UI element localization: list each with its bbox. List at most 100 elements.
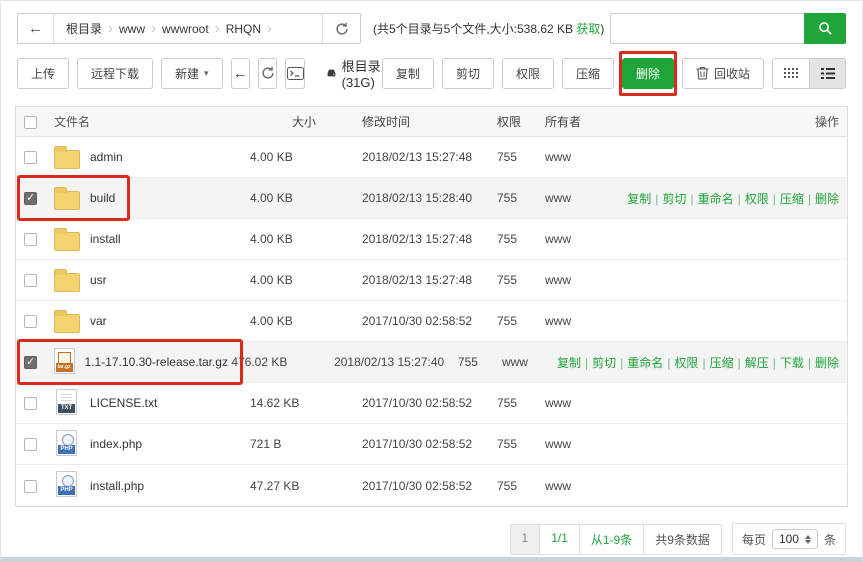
search-input[interactable] [610, 13, 804, 44]
back-arrow-icon[interactable]: ← [18, 14, 54, 43]
row-op-link[interactable]: 复制 [557, 356, 581, 370]
file-size: 4.00 KB [250, 314, 362, 328]
file-size: 4.00 KB [250, 150, 362, 164]
toolbar: 上传 远程下载 新建▾ ← 根目录(31G) 复制 [1, 44, 862, 90]
file-row[interactable]: build 4.00 KB 2018/02/13 15:28:40 755 ww… [16, 178, 847, 219]
file-row[interactable]: admin 4.00 KB 2018/02/13 15:27:48 755 ww… [16, 137, 847, 178]
breadcrumb-root[interactable]: 根目录 [62, 20, 106, 37]
file-owner: www [502, 355, 557, 369]
row-checkbox[interactable] [24, 438, 37, 451]
folder-icon [54, 232, 80, 251]
op-separator: | [804, 356, 815, 370]
file-size: 4.00 KB [250, 191, 362, 205]
upload-button[interactable]: 上传 [17, 58, 69, 89]
row-op-link[interactable]: 重命名 [698, 192, 734, 206]
file-name[interactable]: build [90, 191, 115, 205]
row-op-link[interactable]: 剪切 [592, 356, 616, 370]
header-size[interactable]: 大小 [250, 113, 362, 130]
row-operations: 复制|剪切|重命名|权限|压缩|删除 [605, 190, 839, 207]
row-op-link[interactable]: 权限 [674, 356, 698, 370]
file-owner: www [545, 314, 605, 328]
file-row[interactable]: usr 4.00 KB 2018/02/13 15:27:48 755 www [16, 260, 847, 301]
row-checkbox[interactable] [24, 192, 37, 205]
row-checkbox[interactable] [24, 151, 37, 164]
op-separator: | [804, 192, 815, 206]
grid-view-button[interactable] [772, 58, 809, 89]
row-op-link[interactable]: 解压 [745, 356, 769, 370]
breadcrumb-www[interactable]: www [115, 22, 149, 36]
row-op-link[interactable]: 重命名 [627, 356, 663, 370]
row-op-link[interactable]: 下载 [780, 356, 804, 370]
page-of-indicator: 1/1 [540, 524, 580, 555]
txt-icon: TXT [56, 389, 77, 415]
refresh-path-button[interactable] [322, 14, 360, 43]
page-number-button[interactable]: 1 [510, 524, 541, 555]
new-label: 新建 [175, 65, 199, 82]
row-op-link[interactable]: 权限 [745, 192, 769, 206]
row-op-link[interactable]: 压缩 [780, 192, 804, 206]
file-name[interactable]: LICENSE.txt [90, 396, 157, 410]
cut-button[interactable]: 剪切 [442, 58, 494, 89]
row-checkbox[interactable] [24, 315, 37, 328]
trash-icon [696, 66, 709, 80]
recycle-bin-label: 回收站 [714, 65, 750, 82]
header-mtime[interactable]: 修改时间 [362, 113, 497, 130]
file-name[interactable]: var [90, 314, 107, 328]
file-name[interactable]: usr [90, 273, 107, 287]
file-name[interactable]: index.php [90, 437, 142, 451]
delete-button[interactable]: 删除 [622, 58, 674, 89]
file-name[interactable]: 1.1-17.10.30-release.tar.gz [85, 355, 228, 369]
file-name[interactable]: install [90, 232, 121, 246]
file-row[interactable]: tar.gz 1.1-17.10.30-release.tar.gz 476.0… [16, 342, 847, 383]
breadcrumb-wwwroot[interactable]: wwwroot [158, 22, 213, 36]
row-checkbox[interactable] [24, 274, 37, 287]
fetch-size-link[interactable]: 获取 [576, 22, 600, 36]
row-checkbox[interactable] [24, 233, 37, 246]
row-op-link[interactable]: 复制 [627, 192, 651, 206]
file-mtime: 2018/02/13 15:27:48 [362, 273, 497, 287]
list-view-icon [821, 68, 835, 79]
row-checkbox[interactable] [24, 480, 37, 493]
compress-button[interactable]: 压缩 [562, 58, 614, 89]
file-mtime: 2018/02/13 15:27:48 [362, 232, 497, 246]
file-row[interactable]: TXT LICENSE.txt 14.62 KB 2017/10/30 02:5… [16, 383, 847, 424]
permission-button[interactable]: 权限 [502, 58, 554, 89]
header-filename[interactable]: 文件名 [54, 113, 250, 130]
per-page-value: 100 [779, 532, 799, 546]
row-checkbox[interactable] [24, 356, 37, 369]
file-size: 476.02 KB [231, 355, 334, 369]
file-table: 文件名 大小 修改时间 权限 所有者 操作 admin 4.00 KB 2018… [15, 106, 848, 507]
row-op-link[interactable]: 删除 [815, 192, 839, 206]
breadcrumb-rhqn[interactable]: RHQN [222, 22, 265, 36]
per-page-label: 每页 [742, 531, 766, 548]
file-permission: 755 [497, 437, 545, 451]
search-button[interactable] [804, 13, 846, 44]
file-type-badge [56, 322, 78, 331]
file-size: 4.00 KB [250, 232, 362, 246]
file-row[interactable]: install 4.00 KB 2018/02/13 15:27:48 755 … [16, 219, 847, 260]
per-page-select[interactable]: 100 [772, 529, 818, 549]
file-name[interactable]: install.php [90, 479, 144, 493]
go-back-button[interactable]: ← [231, 58, 250, 89]
row-op-link[interactable]: 压缩 [710, 356, 734, 370]
file-permission: 755 [497, 232, 545, 246]
file-name[interactable]: admin [90, 150, 123, 164]
remote-download-button[interactable]: 远程下载 [77, 58, 153, 89]
delete-label: 删除 [636, 65, 660, 82]
file-row[interactable]: PHP index.php 721 B 2017/10/30 02:58:52 … [16, 424, 847, 465]
terminal-button[interactable] [285, 58, 304, 89]
file-row[interactable]: var 4.00 KB 2017/10/30 02:58:52 755 www [16, 301, 847, 342]
new-button[interactable]: 新建▾ [161, 58, 223, 89]
select-all-checkbox[interactable] [24, 116, 37, 129]
copy-button[interactable]: 复制 [382, 58, 434, 89]
list-view-button[interactable] [809, 58, 846, 89]
recycle-bin-button[interactable]: 回收站 [682, 58, 764, 89]
file-owner: www [545, 396, 605, 410]
refresh-list-button[interactable] [258, 58, 277, 89]
file-permission: 755 [497, 150, 545, 164]
row-checkbox[interactable] [24, 397, 37, 410]
row-op-link[interactable]: 删除 [815, 356, 839, 370]
folder-icon [54, 314, 80, 333]
file-row[interactable]: PHP install.php 47.27 KB 2017/10/30 02:5… [16, 465, 847, 506]
row-op-link[interactable]: 剪切 [662, 192, 686, 206]
